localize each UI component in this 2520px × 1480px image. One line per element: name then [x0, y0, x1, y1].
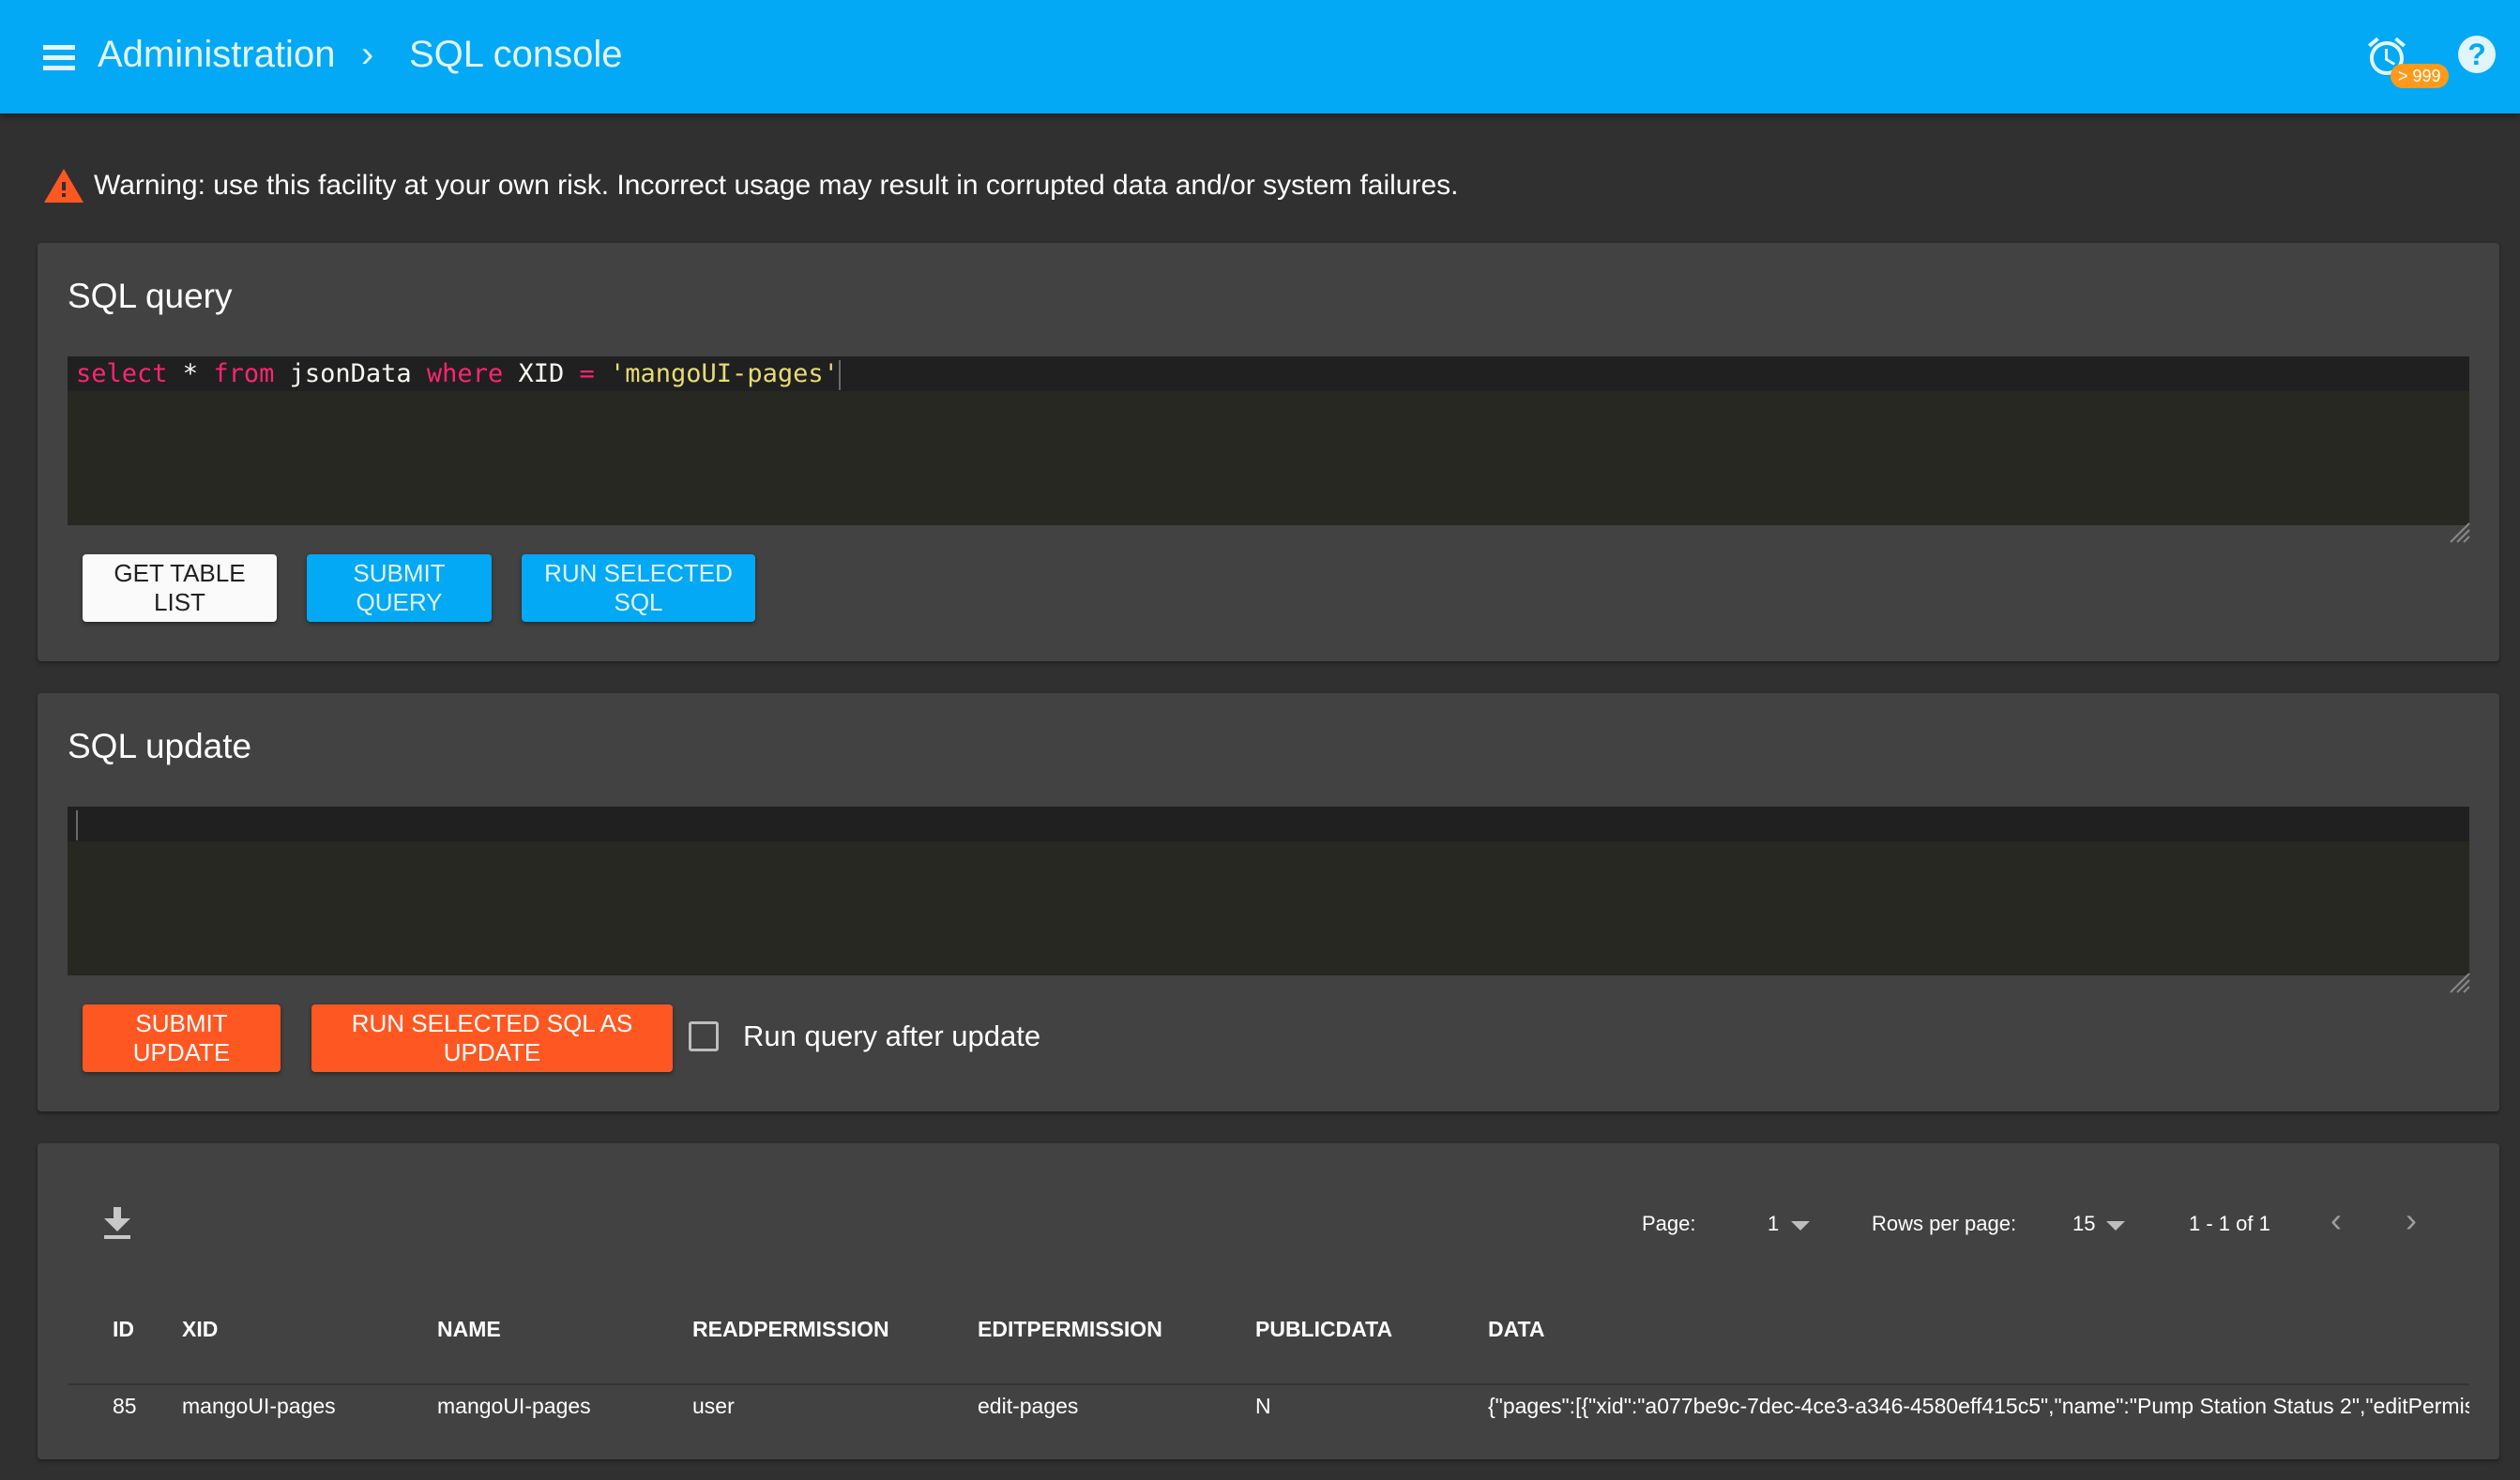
cell-name: mangoUI-pages	[437, 1394, 591, 1418]
breadcrumb-administration[interactable]: Administration	[98, 28, 335, 81]
warning-icon	[44, 169, 83, 203]
rows-per-page-dropdown-icon[interactable]	[2106, 1221, 2125, 1231]
column-header-id[interactable]: ID	[113, 1317, 134, 1342]
rows-per-page-select[interactable]: 15	[2072, 1212, 2095, 1236]
sql-token-id	[595, 359, 610, 388]
breadcrumb-chevron-icon: ›	[361, 34, 374, 75]
help-icon[interactable]: ?	[2458, 36, 2496, 73]
submit-update-button[interactable]: Submit update	[83, 1004, 281, 1072]
sql-update-title: SQL update	[68, 727, 252, 765]
column-header-readpermission[interactable]: READPERMISSION	[692, 1317, 889, 1342]
column-header-data[interactable]: DATA	[1488, 1317, 1544, 1342]
sql-update-card: SQL update Submit update Run selected SQ…	[38, 693, 2499, 1111]
sql-token-str: 'mangoUI-pages'	[610, 359, 839, 388]
page-dropdown-icon[interactable]	[1791, 1221, 1810, 1231]
column-header-publicdata[interactable]: PUBLICDATA	[1255, 1317, 1392, 1342]
run-selected-sql-button[interactable]: Run selected SQL	[522, 554, 755, 622]
resize-handle-icon[interactable]	[2445, 518, 2471, 544]
sql-update-code[interactable]	[76, 808, 78, 840]
sql-query-card: SQL query select * from jsonData where X…	[38, 243, 2499, 661]
run-query-after-update-label[interactable]: Run query after update	[743, 1019, 1040, 1053]
cell-xid: mangoUI-pages	[182, 1394, 336, 1418]
warning-banner: Warning: use this facility at your own r…	[43, 165, 1459, 206]
run-query-after-update-checkbox[interactable]	[689, 1021, 719, 1051]
table-divider	[68, 1383, 2469, 1385]
page-range-text: 1 - 1 of 1	[2189, 1212, 2270, 1235]
page-select[interactable]: 1	[1768, 1212, 1779, 1236]
next-page-icon[interactable]: ›	[2406, 1201, 2417, 1240]
sql-token-id: jsonData	[274, 359, 427, 388]
sql-token-id: *	[167, 359, 214, 388]
menu-icon[interactable]	[38, 38, 79, 79]
column-header-editpermission[interactable]: EDITPERMISSION	[978, 1317, 1162, 1342]
get-table-list-button[interactable]: Get table list	[83, 554, 277, 622]
page-title: SQL console	[409, 34, 623, 75]
submit-query-button[interactable]: Submit query	[307, 554, 492, 622]
column-header-xid[interactable]: XID	[182, 1317, 218, 1342]
cell-data: {"pages":[{"xid":"a077be9c-7dec-4ce3-a34…	[1488, 1394, 2469, 1418]
sql-token-kw: =	[579, 359, 595, 388]
previous-page-icon[interactable]: ‹	[2330, 1201, 2342, 1240]
download-icon[interactable]	[101, 1205, 133, 1243]
warning-text: Warning: use this facility at your own r…	[94, 170, 1459, 201]
sql-token-kw: from	[213, 359, 275, 388]
cell-editpermission: edit-pages	[978, 1394, 1079, 1418]
alarm-count-badge: > 999	[2391, 64, 2449, 88]
sql-query-editor[interactable]: select * from jsonData where XID = 'mang…	[68, 356, 2470, 543]
page-label: Page:	[1642, 1212, 1696, 1235]
sql-token-kw: where	[426, 359, 504, 388]
cell-readpermission: user	[692, 1394, 735, 1418]
run-selected-sql-as-update-button[interactable]: Run selected SQL as update	[311, 1004, 673, 1072]
sql-token-kw: select	[76, 359, 168, 388]
sql-update-editor[interactable]	[68, 807, 2470, 993]
cell-publicdata: N	[1255, 1394, 1271, 1418]
column-header-name[interactable]: NAME	[437, 1317, 501, 1342]
text-cursor	[838, 359, 841, 390]
sql-token-id: XID	[503, 359, 580, 388]
sql-query-title: SQL query	[68, 277, 233, 315]
top-app-bar: Administration › SQL console > 999 ?	[0, 0, 2520, 113]
resize-handle-icon[interactable]	[2445, 968, 2471, 994]
sql-query-code[interactable]: select * from jsonData where XID = 'mang…	[76, 358, 841, 390]
cell-id: 85	[113, 1394, 137, 1418]
rows-per-page-label: Rows per page:	[1872, 1212, 2017, 1235]
